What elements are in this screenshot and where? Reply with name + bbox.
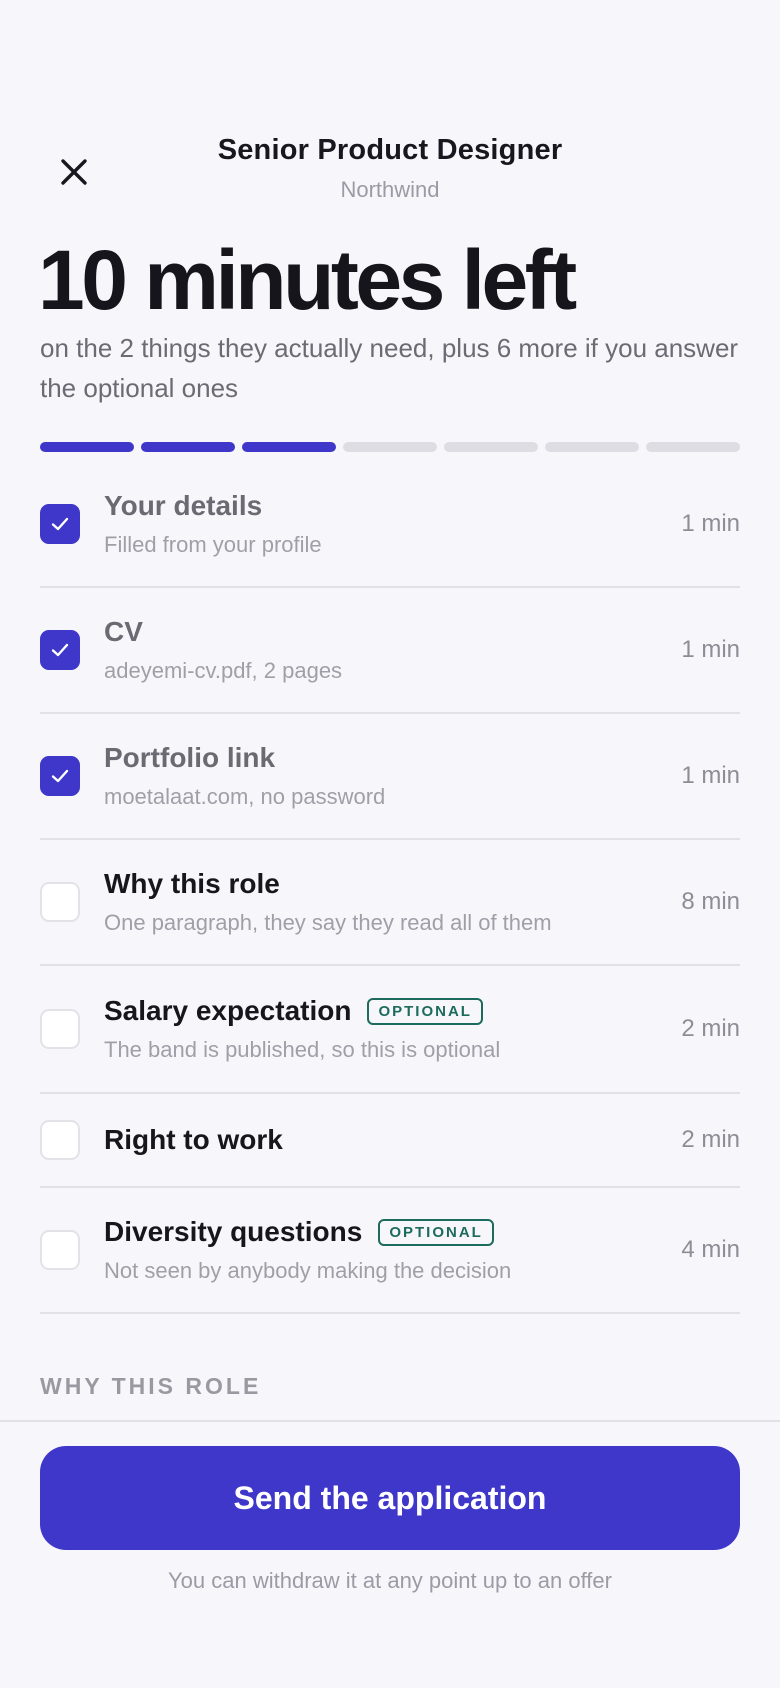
footer-divider [0,1420,780,1422]
step-title-row: Portfolio link [104,742,385,774]
step-text: Why this role One paragraph, they say the… [104,868,552,936]
step-title-row: Salary expectation OPTIONAL [104,995,500,1027]
step-description: One paragraph, they say they read all of… [104,910,552,935]
progress-segment [242,442,336,452]
step-time-estimate: 8 min [681,888,740,915]
step-checkbox[interactable] [40,1120,80,1160]
progress-segment [444,442,538,452]
step-description: Filled from your profile [104,532,322,557]
step-title: Why this role [104,868,280,899]
progress-segment [141,442,235,452]
progress-segment [40,442,134,452]
steps-list: Your details Filled from your profile 1 mi… [40,462,740,1314]
step-time-estimate: 2 min [681,1126,740,1153]
progress-segment [545,442,639,452]
step-row[interactable]: Your details Filled from your profile 1 mi… [40,462,740,588]
step-time-estimate: 1 min [681,762,740,789]
step-title-row: Why this role [104,868,552,900]
progress-bar [40,442,740,452]
step-checkbox[interactable] [40,630,80,670]
step-checkbox[interactable] [40,882,80,922]
step-time-estimate: 1 min [681,510,740,537]
time-left-headline: 10 minutes left [38,233,577,327]
checkmark-icon [51,643,69,657]
step-description: The band is published, so this is option… [104,1037,501,1062]
optional-badge: OPTIONAL [378,1218,494,1246]
step-title-row: Diversity questions OPTIONAL [104,1216,511,1248]
step-checkbox[interactable] [40,504,80,544]
step-text: Right to work [104,1124,283,1156]
header: Senior Product Designer Northwind [0,132,780,212]
step-title: Right to work [104,1124,283,1155]
send-application-button[interactable]: Send the application [40,1446,740,1550]
step-description: Not seen by anybody making the decision [104,1258,512,1283]
section-label: WHY THIS ROLE [40,1373,262,1399]
withdraw-note: You can withdraw it at any point up to a… [168,1568,612,1593]
step-description: adeyemi-cv.pdf, 2 pages [104,658,343,683]
step-row[interactable]: Portfolio link moetalaat.com, no password… [40,714,740,840]
step-row[interactable]: Right to work 2 min [40,1094,740,1188]
step-row[interactable]: Diversity questions OPTIONAL Not seen by a… [40,1188,740,1314]
step-title-row: Right to work [104,1124,283,1156]
step-time-estimate: 1 min [681,636,740,663]
progress-segment [646,442,740,452]
step-text: CV adeyemi-cv.pdf, 2 pages [104,616,342,684]
step-text: Your details Filled from your profile [104,490,322,558]
step-row[interactable]: Why this role One paragraph, they say the… [40,840,740,966]
step-time-estimate: 2 min [681,1015,740,1042]
step-description: moetalaat.com, no password [104,784,386,809]
step-title-row: CV [104,616,342,648]
step-row[interactable]: Salary expectation OPTIONAL The band is pu… [40,966,740,1094]
step-title-row: Your details [104,490,322,522]
company-name: Northwind [340,177,440,202]
checkmark-icon [51,769,69,783]
step-text: Diversity questions OPTIONAL Not seen by a… [104,1216,511,1284]
step-text: Portfolio link moetalaat.com, no password [104,742,385,810]
progress-segment [343,442,437,452]
step-time-estimate: 4 min [681,1236,740,1263]
step-title: Portfolio link [104,742,276,773]
step-checkbox[interactable] [40,756,80,796]
step-title: Diversity questions [104,1216,363,1247]
optional-badge: OPTIONAL [367,997,483,1025]
checkmark-icon [51,517,69,531]
step-title: Your details [104,490,263,521]
step-row[interactable]: CV adeyemi-cv.pdf, 2 pages 1 min [40,588,740,714]
time-left-subline: on the 2 things they actually need, plus… [40,333,739,403]
step-title: CV [104,616,143,647]
job-title: Senior Product Designer [217,134,563,166]
step-checkbox[interactable] [40,1009,80,1049]
step-title: Salary expectation [104,995,352,1026]
step-text: Salary expectation OPTIONAL The band is pu… [104,995,500,1063]
step-checkbox[interactable] [40,1230,80,1270]
application-screen: Senior Product Designer Northwind 10 min… [0,0,780,1688]
